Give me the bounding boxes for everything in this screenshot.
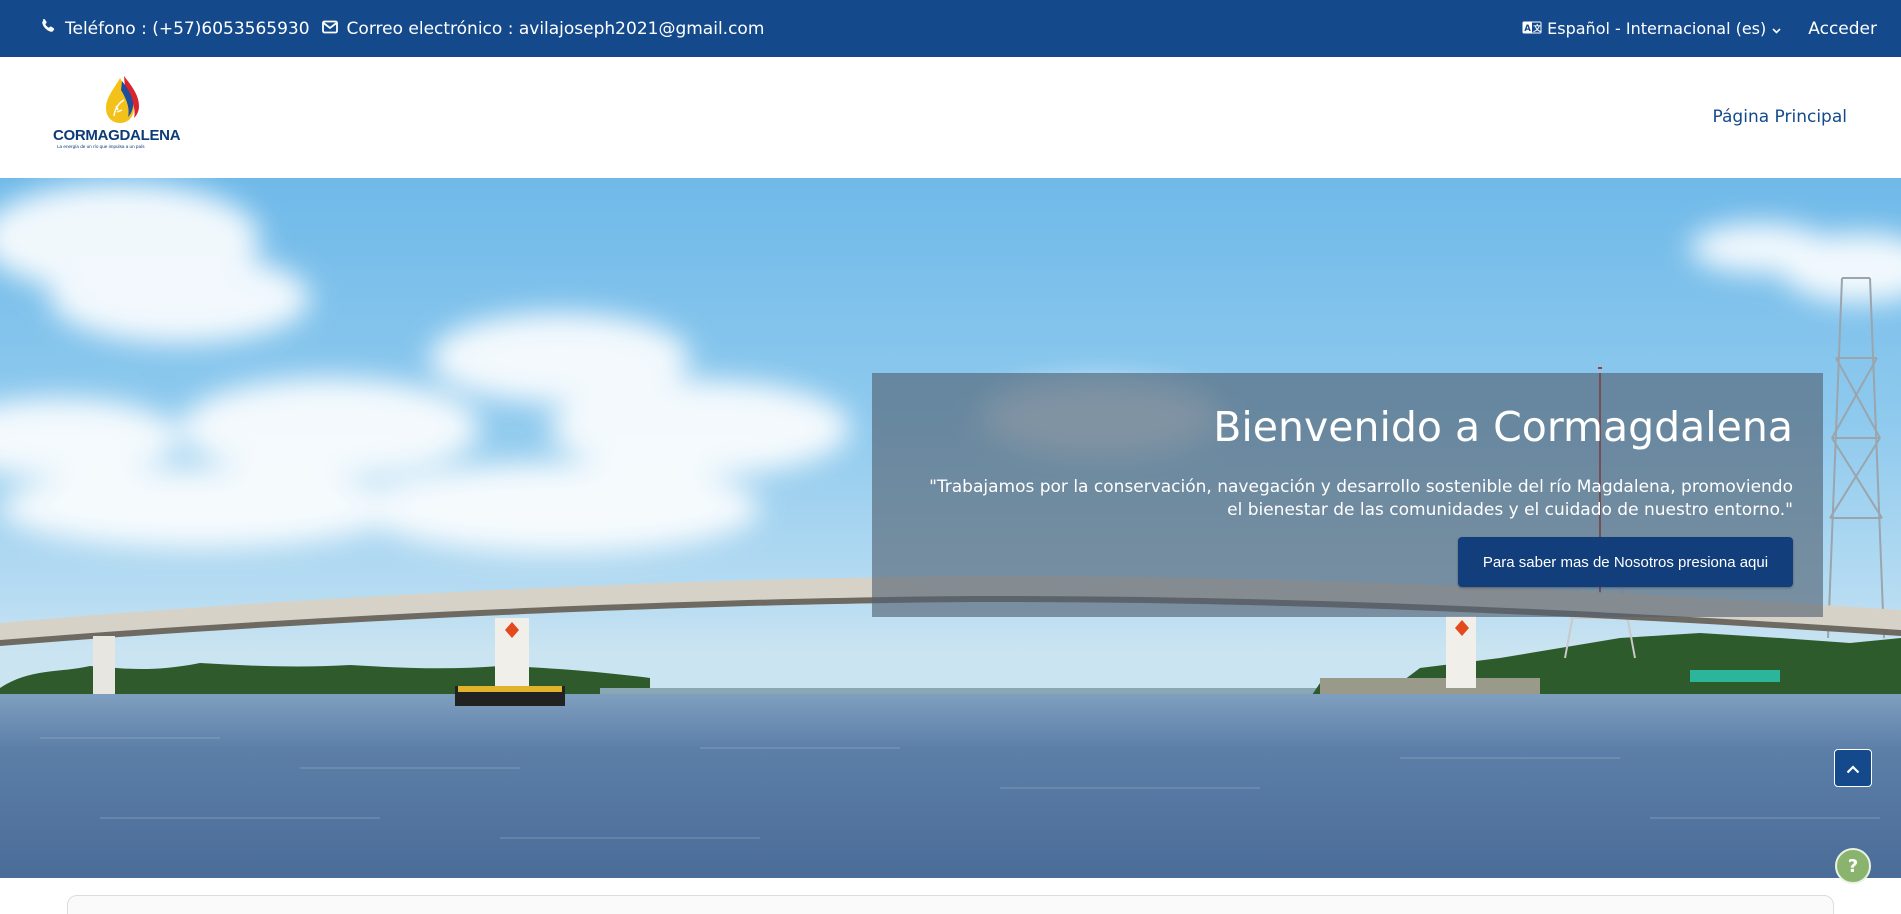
phone-contact: Teléfono : (+57)6053565930 bbox=[40, 18, 310, 39]
hero-overlay: Bienvenido a Cormagdalena "Trabajamos po… bbox=[872, 373, 1823, 617]
chevron-up-icon bbox=[1846, 759, 1860, 778]
learn-more-button[interactable]: Para saber mas de Nosotros presiona aqui bbox=[1458, 537, 1793, 587]
login-link[interactable]: Acceder bbox=[1808, 19, 1877, 39]
logo-text: CORMAGDALENA bbox=[53, 127, 181, 144]
phone-icon bbox=[40, 18, 65, 39]
nav-link-home[interactable]: Página Principal bbox=[1713, 107, 1847, 127]
contact-info: Teléfono : (+57)6053565930 Correo electr… bbox=[40, 0, 776, 57]
email-contact: Correo electrónico : avilajoseph2021@gma… bbox=[321, 18, 765, 39]
logo-drop-icon bbox=[106, 76, 139, 123]
hero-title: Bienvenido a Cormagdalena bbox=[1213, 403, 1793, 451]
svg-text:文: 文 bbox=[1533, 23, 1542, 33]
scroll-to-top-button[interactable] bbox=[1834, 749, 1872, 787]
top-bar: Teléfono : (+57)6053565930 Correo electr… bbox=[0, 0, 1901, 57]
email-text: Correo electrónico : avilajoseph2021@gma… bbox=[346, 18, 765, 39]
main-navbar bbox=[0, 57, 1901, 178]
hero-subtitle: "Trabajamos por la conservación, navegac… bbox=[929, 477, 1793, 520]
content-card bbox=[67, 895, 1834, 914]
svg-text:A: A bbox=[1524, 24, 1531, 34]
chevron-down-icon bbox=[1772, 19, 1786, 38]
site-logo[interactable]: CORMAGDALENA La energía de un río que im… bbox=[53, 76, 193, 156]
envelope-icon bbox=[321, 19, 347, 39]
help-button[interactable]: ? bbox=[1835, 848, 1871, 884]
language-label: Español - Internacional (es) bbox=[1547, 19, 1767, 38]
top-bar-actions: A文 Español - Internacional (es) Acceder bbox=[1522, 0, 1877, 57]
hero-banner: Bienvenido a Cormagdalena "Trabajamos po… bbox=[0, 178, 1901, 878]
phone-text: Teléfono : (+57)6053565930 bbox=[65, 18, 310, 39]
language-icon: A文 bbox=[1522, 19, 1547, 38]
language-selector[interactable]: A文 Español - Internacional (es) bbox=[1522, 19, 1786, 38]
logo-tagline: La energía de un río que impulsa a un pa… bbox=[57, 144, 145, 149]
